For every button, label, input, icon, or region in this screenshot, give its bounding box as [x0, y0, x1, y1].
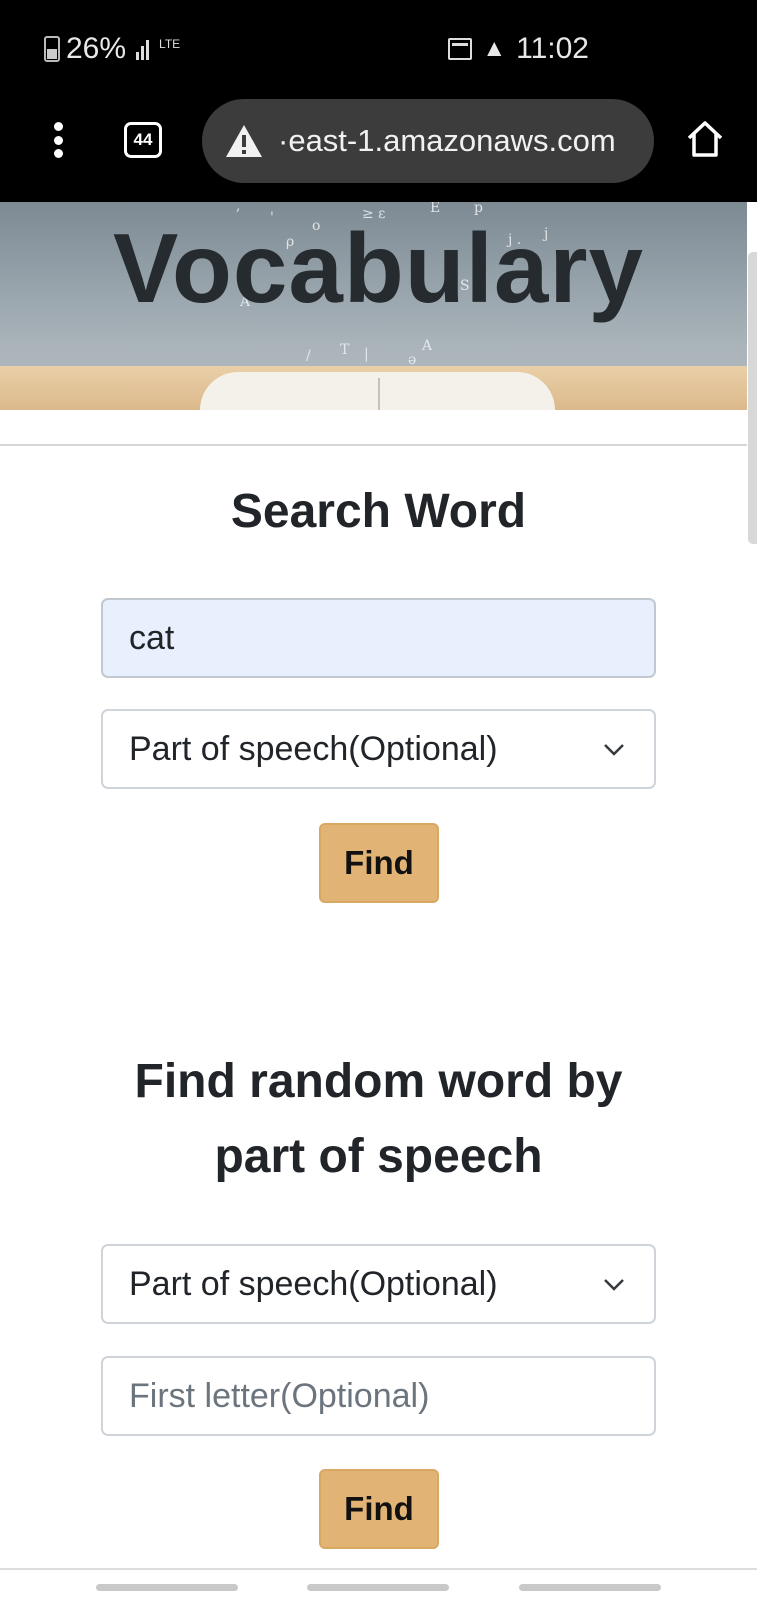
random-section-title-line2: part of speech — [214, 1130, 543, 1183]
random-pos-select-value: Part of speech(Optional) — [129, 1264, 498, 1303]
chevron-down-icon — [604, 744, 624, 756]
divider — [0, 444, 747, 446]
status-left: 26% LTE — [44, 32, 180, 66]
system-nav-bar — [0, 1568, 757, 1600]
nav-recents[interactable] — [96, 1584, 238, 1591]
address-bar[interactable]: ·east-1.amazonaws.com — [202, 99, 654, 183]
random-pos-select[interactable]: Part of speech(Optional) — [101, 1244, 656, 1324]
hero-title: Vocabulary — [112, 213, 645, 323]
signal-icon — [136, 38, 150, 60]
home-icon[interactable] — [686, 120, 724, 158]
nav-home[interactable] — [307, 1584, 449, 1591]
chevron-down-icon — [604, 1279, 624, 1291]
not-secure-warning-icon[interactable] — [224, 123, 264, 159]
calendar-icon — [448, 38, 473, 60]
menu-icon[interactable] — [52, 122, 64, 158]
nav-back[interactable] — [519, 1584, 661, 1591]
book-image — [200, 372, 555, 410]
search-pos-select-value: Part of speech(Optional) — [129, 729, 498, 768]
random-section-title-line1: Find random word by — [134, 1055, 623, 1108]
status-bar: 26% LTE ▲ 11:02 — [0, 0, 757, 98]
url-text[interactable]: ·east-1.amazonaws.com — [278, 123, 616, 159]
first-letter-input-field[interactable] — [129, 1376, 654, 1416]
hero-banner: , ' ≥ ε E p o ρ j . j A S T / | A ə Voca… — [0, 202, 747, 410]
battery-icon — [44, 36, 60, 62]
word-input[interactable] — [101, 598, 656, 678]
battery-percent: 26% — [66, 32, 127, 65]
search-find-button[interactable]: Find — [319, 823, 439, 903]
search-pos-select[interactable]: Part of speech(Optional) — [101, 709, 656, 789]
browser-toolbar: 44 ·east-1.amazonaws.com — [0, 98, 757, 202]
word-input-field[interactable] — [129, 618, 654, 658]
search-section-title: Search Word — [230, 485, 527, 538]
clock: 11:02 — [516, 32, 589, 65]
status-right: ▲ 11:02 — [448, 32, 589, 66]
tab-switcher-button[interactable]: 44 — [124, 122, 162, 158]
first-letter-input[interactable] — [101, 1356, 656, 1436]
random-find-button[interactable]: Find — [319, 1469, 439, 1549]
warning-icon: ▲ — [482, 35, 507, 62]
network-type: LTE — [159, 37, 181, 51]
